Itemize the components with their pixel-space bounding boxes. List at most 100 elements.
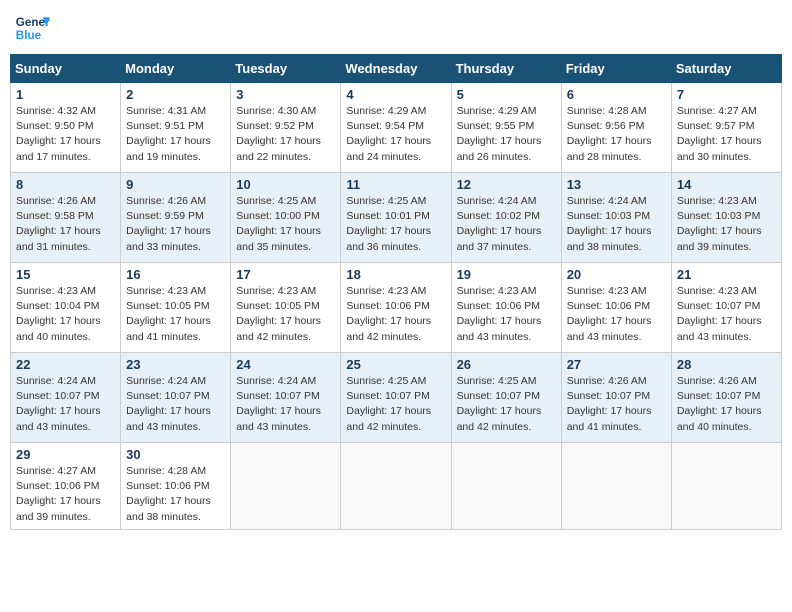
day-info: Sunrise: 4:29 AMSunset: 9:54 PMDaylight:… xyxy=(346,105,431,163)
day-info: Sunrise: 4:24 AMSunset: 10:07 PMDaylight… xyxy=(236,375,321,433)
logo: General Blue xyxy=(14,10,50,46)
day-number: 8 xyxy=(16,177,115,192)
day-number: 18 xyxy=(346,267,445,282)
calendar-table: SundayMondayTuesdayWednesdayThursdayFrid… xyxy=(10,54,782,530)
day-number: 16 xyxy=(126,267,225,282)
day-info: Sunrise: 4:29 AMSunset: 9:55 PMDaylight:… xyxy=(457,105,542,163)
day-number: 21 xyxy=(677,267,776,282)
day-number: 28 xyxy=(677,357,776,372)
day-number: 10 xyxy=(236,177,335,192)
calendar-cell: 5 Sunrise: 4:29 AMSunset: 9:55 PMDayligh… xyxy=(451,83,561,173)
calendar-cell xyxy=(671,443,781,530)
calendar-week-row: 22 Sunrise: 4:24 AMSunset: 10:07 PMDayli… xyxy=(11,353,782,443)
day-info: Sunrise: 4:23 AMSunset: 10:03 PMDaylight… xyxy=(677,195,762,253)
calendar-cell: 23 Sunrise: 4:24 AMSunset: 10:07 PMDayli… xyxy=(121,353,231,443)
day-number: 19 xyxy=(457,267,556,282)
day-number: 15 xyxy=(16,267,115,282)
day-info: Sunrise: 4:25 AMSunset: 10:07 PMDaylight… xyxy=(457,375,542,433)
day-info: Sunrise: 4:32 AMSunset: 9:50 PMDaylight:… xyxy=(16,105,101,163)
calendar-cell: 6 Sunrise: 4:28 AMSunset: 9:56 PMDayligh… xyxy=(561,83,671,173)
day-info: Sunrise: 4:28 AMSunset: 10:06 PMDaylight… xyxy=(126,465,211,523)
calendar-cell: 30 Sunrise: 4:28 AMSunset: 10:06 PMDayli… xyxy=(121,443,231,530)
calendar-cell: 3 Sunrise: 4:30 AMSunset: 9:52 PMDayligh… xyxy=(231,83,341,173)
day-info: Sunrise: 4:23 AMSunset: 10:07 PMDaylight… xyxy=(677,285,762,343)
calendar-cell: 19 Sunrise: 4:23 AMSunset: 10:06 PMDayli… xyxy=(451,263,561,353)
day-of-week-header: Wednesday xyxy=(341,55,451,83)
calendar-cell: 14 Sunrise: 4:23 AMSunset: 10:03 PMDayli… xyxy=(671,173,781,263)
day-info: Sunrise: 4:24 AMSunset: 10:03 PMDaylight… xyxy=(567,195,652,253)
day-number: 7 xyxy=(677,87,776,102)
day-info: Sunrise: 4:27 AMSunset: 9:57 PMDaylight:… xyxy=(677,105,762,163)
calendar-week-row: 8 Sunrise: 4:26 AMSunset: 9:58 PMDayligh… xyxy=(11,173,782,263)
calendar-header-row: SundayMondayTuesdayWednesdayThursdayFrid… xyxy=(11,55,782,83)
day-of-week-header: Saturday xyxy=(671,55,781,83)
calendar-cell: 15 Sunrise: 4:23 AMSunset: 10:04 PMDayli… xyxy=(11,263,121,353)
day-info: Sunrise: 4:24 AMSunset: 10:07 PMDaylight… xyxy=(126,375,211,433)
day-info: Sunrise: 4:26 AMSunset: 9:59 PMDaylight:… xyxy=(126,195,211,253)
day-number: 26 xyxy=(457,357,556,372)
calendar-cell xyxy=(451,443,561,530)
calendar-cell: 28 Sunrise: 4:26 AMSunset: 10:07 PMDayli… xyxy=(671,353,781,443)
day-number: 20 xyxy=(567,267,666,282)
calendar-cell: 1 Sunrise: 4:32 AMSunset: 9:50 PMDayligh… xyxy=(11,83,121,173)
calendar-cell xyxy=(561,443,671,530)
day-info: Sunrise: 4:23 AMSunset: 10:05 PMDaylight… xyxy=(236,285,321,343)
day-info: Sunrise: 4:23 AMSunset: 10:06 PMDaylight… xyxy=(457,285,542,343)
day-info: Sunrise: 4:25 AMSunset: 10:00 PMDaylight… xyxy=(236,195,321,253)
calendar-cell: 21 Sunrise: 4:23 AMSunset: 10:07 PMDayli… xyxy=(671,263,781,353)
day-of-week-header: Friday xyxy=(561,55,671,83)
day-info: Sunrise: 4:24 AMSunset: 10:02 PMDaylight… xyxy=(457,195,542,253)
day-info: Sunrise: 4:27 AMSunset: 10:06 PMDaylight… xyxy=(16,465,101,523)
logo-icon: General Blue xyxy=(14,10,50,46)
calendar-cell xyxy=(231,443,341,530)
calendar-cell: 11 Sunrise: 4:25 AMSunset: 10:01 PMDayli… xyxy=(341,173,451,263)
day-number: 25 xyxy=(346,357,445,372)
day-info: Sunrise: 4:26 AMSunset: 10:07 PMDaylight… xyxy=(677,375,762,433)
day-number: 6 xyxy=(567,87,666,102)
day-info: Sunrise: 4:30 AMSunset: 9:52 PMDaylight:… xyxy=(236,105,321,163)
day-number: 2 xyxy=(126,87,225,102)
day-number: 27 xyxy=(567,357,666,372)
day-info: Sunrise: 4:24 AMSunset: 10:07 PMDaylight… xyxy=(16,375,101,433)
day-of-week-header: Monday xyxy=(121,55,231,83)
day-number: 30 xyxy=(126,447,225,462)
day-number: 14 xyxy=(677,177,776,192)
day-of-week-header: Sunday xyxy=(11,55,121,83)
day-info: Sunrise: 4:25 AMSunset: 10:01 PMDaylight… xyxy=(346,195,431,253)
day-info: Sunrise: 4:23 AMSunset: 10:04 PMDaylight… xyxy=(16,285,101,343)
calendar-cell: 13 Sunrise: 4:24 AMSunset: 10:03 PMDayli… xyxy=(561,173,671,263)
calendar-cell: 12 Sunrise: 4:24 AMSunset: 10:02 PMDayli… xyxy=(451,173,561,263)
calendar-cell: 2 Sunrise: 4:31 AMSunset: 9:51 PMDayligh… xyxy=(121,83,231,173)
calendar-cell: 4 Sunrise: 4:29 AMSunset: 9:54 PMDayligh… xyxy=(341,83,451,173)
day-of-week-header: Thursday xyxy=(451,55,561,83)
calendar-cell: 26 Sunrise: 4:25 AMSunset: 10:07 PMDayli… xyxy=(451,353,561,443)
calendar-cell: 16 Sunrise: 4:23 AMSunset: 10:05 PMDayli… xyxy=(121,263,231,353)
calendar-cell xyxy=(341,443,451,530)
day-number: 11 xyxy=(346,177,445,192)
calendar-week-row: 29 Sunrise: 4:27 AMSunset: 10:06 PMDayli… xyxy=(11,443,782,530)
calendar-cell: 18 Sunrise: 4:23 AMSunset: 10:06 PMDayli… xyxy=(341,263,451,353)
day-info: Sunrise: 4:23 AMSunset: 10:06 PMDaylight… xyxy=(567,285,652,343)
day-number: 3 xyxy=(236,87,335,102)
calendar-cell: 8 Sunrise: 4:26 AMSunset: 9:58 PMDayligh… xyxy=(11,173,121,263)
day-number: 1 xyxy=(16,87,115,102)
calendar-cell: 29 Sunrise: 4:27 AMSunset: 10:06 PMDayli… xyxy=(11,443,121,530)
calendar-cell: 24 Sunrise: 4:24 AMSunset: 10:07 PMDayli… xyxy=(231,353,341,443)
calendar-cell: 9 Sunrise: 4:26 AMSunset: 9:59 PMDayligh… xyxy=(121,173,231,263)
svg-text:Blue: Blue xyxy=(16,29,42,42)
calendar-cell: 22 Sunrise: 4:24 AMSunset: 10:07 PMDayli… xyxy=(11,353,121,443)
calendar-cell: 20 Sunrise: 4:23 AMSunset: 10:06 PMDayli… xyxy=(561,263,671,353)
day-info: Sunrise: 4:23 AMSunset: 10:06 PMDaylight… xyxy=(346,285,431,343)
day-number: 12 xyxy=(457,177,556,192)
day-number: 5 xyxy=(457,87,556,102)
calendar-week-row: 15 Sunrise: 4:23 AMSunset: 10:04 PMDayli… xyxy=(11,263,782,353)
day-info: Sunrise: 4:25 AMSunset: 10:07 PMDaylight… xyxy=(346,375,431,433)
day-number: 13 xyxy=(567,177,666,192)
calendar-cell: 10 Sunrise: 4:25 AMSunset: 10:00 PMDayli… xyxy=(231,173,341,263)
calendar-cell: 25 Sunrise: 4:25 AMSunset: 10:07 PMDayli… xyxy=(341,353,451,443)
day-info: Sunrise: 4:26 AMSunset: 10:07 PMDaylight… xyxy=(567,375,652,433)
day-of-week-header: Tuesday xyxy=(231,55,341,83)
day-number: 17 xyxy=(236,267,335,282)
day-info: Sunrise: 4:28 AMSunset: 9:56 PMDaylight:… xyxy=(567,105,652,163)
calendar-cell: 17 Sunrise: 4:23 AMSunset: 10:05 PMDayli… xyxy=(231,263,341,353)
